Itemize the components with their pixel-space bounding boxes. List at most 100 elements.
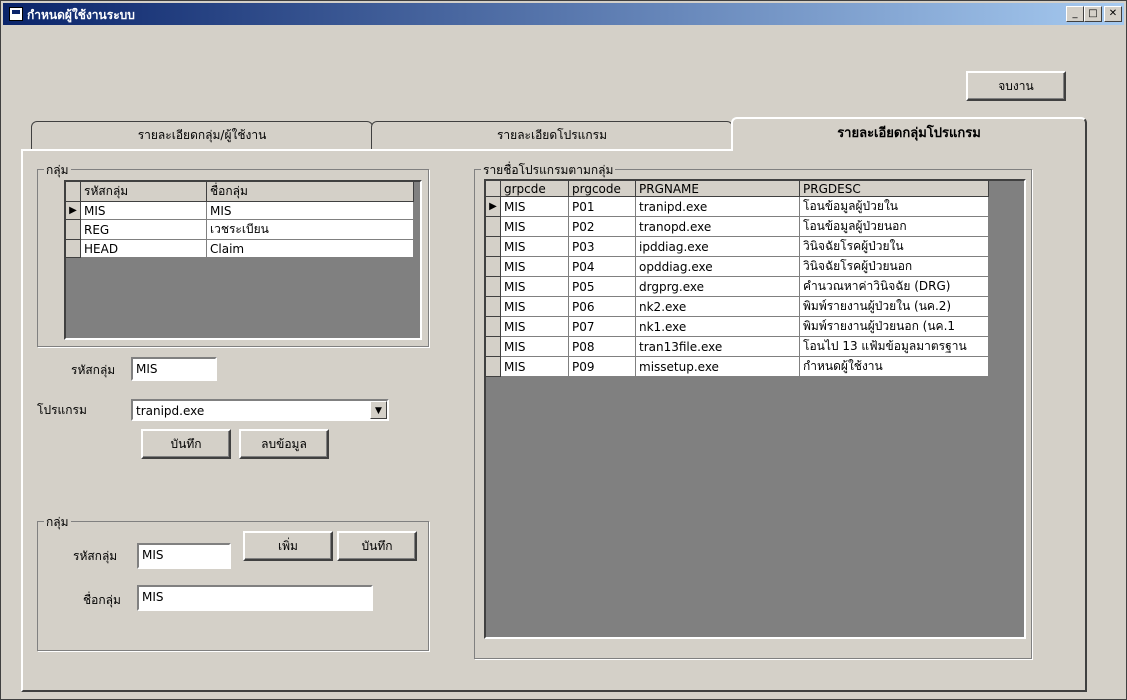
column-header[interactable]: grpcde — [500, 181, 569, 197]
table-cell[interactable]: missetup.exe — [635, 356, 800, 377]
table-row[interactable]: HEAD Claim — [66, 239, 414, 258]
app-icon — [9, 7, 23, 21]
table-cell[interactable]: MIS — [80, 201, 207, 220]
row-selector[interactable] — [486, 356, 501, 377]
table-cell[interactable]: MIS — [500, 256, 569, 277]
program-table: grpcde prgcode PRGNAME PRGDESC ▶ MIS P01… — [486, 181, 989, 377]
table-cell[interactable]: กำหนดผู้ใช้งาน — [799, 356, 989, 377]
row-selector[interactable] — [486, 336, 501, 357]
window: กำหนดผู้ใช้งานระบบ _ □ ✕ จบงาน รายละเอีย… — [0, 0, 1127, 700]
group-edit-code-field[interactable]: MIS — [137, 543, 231, 569]
table-cell[interactable]: โอนข้อมูลผู้ป่วยใน — [799, 196, 989, 217]
table-cell[interactable]: MIS — [500, 296, 569, 317]
group-frame: กลุ่ม รหัสกลุ่ม ชื่อกลุ่ม ▶ MIS MIS REG … — [37, 161, 429, 347]
table-cell[interactable]: P05 — [568, 276, 636, 297]
table-cell[interactable]: MIS — [500, 356, 569, 377]
chevron-down-icon[interactable]: ▼ — [370, 401, 387, 419]
table-cell[interactable]: P01 — [568, 196, 636, 217]
table-cell[interactable]: nk2.exe — [635, 296, 800, 317]
table-cell[interactable]: opddiag.exe — [635, 256, 800, 277]
save-program-button[interactable]: บันทึก — [141, 429, 231, 459]
group-edit-name-field[interactable]: MIS — [137, 585, 373, 611]
table-cell[interactable]: P09 — [568, 356, 636, 377]
row-selector[interactable] — [486, 316, 501, 337]
row-selector[interactable] — [486, 256, 501, 277]
table-cell[interactable]: ipddiag.exe — [635, 236, 800, 257]
table-row[interactable]: ▶ MIS P01 tranipd.exe โอนข้อมูลผู้ป่วยใน — [486, 196, 989, 217]
program-select[interactable]: tranipd.exe ▼ — [131, 399, 389, 421]
table-cell[interactable]: tran13file.exe — [635, 336, 800, 357]
table-row[interactable]: MIS P02 tranopd.exe โอนข้อมูลผู้ป่วยนอก — [486, 216, 989, 237]
table-row[interactable]: MIS P04 opddiag.exe วินิจฉัยโรคผู้ป่วยนอ… — [486, 256, 989, 277]
save-group-button[interactable]: บันทึก — [337, 531, 417, 561]
row-selector-header — [66, 182, 81, 202]
table-cell[interactable]: โอนข้อมูลผู้ป่วยนอก — [799, 216, 989, 237]
table-row[interactable]: MIS P03 ipddiag.exe วินิจฉัยโรคผู้ป่วยใน — [486, 236, 989, 257]
table-row[interactable]: MIS P09 missetup.exe กำหนดผู้ใช้งาน — [486, 356, 989, 377]
maximize-button[interactable]: □ — [1084, 6, 1102, 22]
close-button[interactable]: ✕ — [1104, 6, 1122, 22]
table-cell[interactable]: nk1.exe — [635, 316, 800, 337]
table-cell[interactable]: MIS — [206, 201, 414, 220]
table-cell[interactable]: tranipd.exe — [635, 196, 800, 217]
table-row[interactable]: MIS P05 drgprg.exe คำนวณหาค่าวินิจฉัย (D… — [486, 276, 989, 297]
table-cell[interactable]: MIS — [500, 216, 569, 237]
column-header[interactable]: ชื่อกลุ่ม — [206, 182, 414, 202]
table-cell[interactable]: P04 — [568, 256, 636, 277]
row-selector[interactable] — [486, 296, 501, 317]
column-header[interactable]: PRGDESC — [799, 181, 989, 197]
table-row[interactable]: MIS P06 nk2.exe พิมพ์รายงานผู้ป่วยใน (นค… — [486, 296, 989, 317]
column-header[interactable]: รหัสกลุ่ม — [80, 182, 207, 202]
table-cell[interactable]: โอนไป 13 แฟ้มข้อมูลมาตรฐาน — [799, 336, 989, 357]
end-button[interactable]: จบงาน — [966, 71, 1066, 101]
table-cell[interactable]: drgprg.exe — [635, 276, 800, 297]
column-header[interactable]: prgcode — [568, 181, 636, 197]
table-cell[interactable]: P02 — [568, 216, 636, 237]
program-list-label: รายชื่อโปรแกรมตามกลุ่ม — [481, 161, 616, 180]
table-cell[interactable]: MIS — [500, 316, 569, 337]
current-row-arrow-icon: ▶ — [66, 201, 81, 220]
add-group-button[interactable]: เพิ่ม — [243, 531, 333, 561]
table-cell[interactable]: พิมพ์รายงานผู้ป่วยใน (นค.2) — [799, 296, 989, 317]
table-cell[interactable]: MIS — [500, 276, 569, 297]
group-grid[interactable]: รหัสกลุ่ม ชื่อกลุ่ม ▶ MIS MIS REG เวชระเ… — [64, 180, 422, 340]
table-row[interactable]: MIS P07 nk1.exe พิมพ์รายงานผู้ป่วยนอก (น… — [486, 316, 989, 337]
table-cell[interactable]: P06 — [568, 296, 636, 317]
group-edit-frame-label: กลุ่ม — [44, 513, 71, 532]
delete-program-button[interactable]: ลบข้อมูล — [239, 429, 329, 459]
column-header[interactable]: PRGNAME — [635, 181, 800, 197]
table-cell[interactable]: Claim — [206, 239, 414, 258]
tab-program-detail[interactable]: รายละเอียดโปรแกรม — [371, 121, 733, 149]
tab-group-user[interactable]: รายละเอียดกลุ่ม/ผู้ใช้งาน — [31, 121, 373, 149]
table-cell[interactable]: MIS — [500, 336, 569, 357]
table-cell[interactable]: REG — [80, 219, 207, 240]
table-row[interactable]: REG เวชระเบียน — [66, 219, 414, 240]
table-cell[interactable]: P07 — [568, 316, 636, 337]
table-cell[interactable]: คำนวณหาค่าวินิจฉัย (DRG) — [799, 276, 989, 297]
table-cell[interactable]: วินิจฉัยโรคผู้ป่วยใน — [799, 236, 989, 257]
table-cell[interactable]: MIS — [500, 196, 569, 217]
table-cell[interactable]: HEAD — [80, 239, 207, 258]
table-cell[interactable]: เวชระเบียน — [206, 219, 414, 240]
table-cell[interactable]: P03 — [568, 236, 636, 257]
group-edit-code-label: รหัสกลุ่ม — [73, 549, 118, 563]
row-selector[interactable] — [486, 216, 501, 237]
table-row[interactable]: MIS P08 tran13file.exe โอนไป 13 แฟ้มข้อม… — [486, 336, 989, 357]
table-cell[interactable]: พิมพ์รายงานผู้ป่วยนอก (นค.1 — [799, 316, 989, 337]
program-grid[interactable]: grpcde prgcode PRGNAME PRGDESC ▶ MIS P01… — [484, 179, 1026, 639]
window-title: กำหนดผู้ใช้งานระบบ — [27, 8, 135, 22]
row-selector-header — [486, 181, 501, 197]
row-selector[interactable] — [66, 239, 81, 258]
title-bar: กำหนดผู้ใช้งานระบบ _ □ ✕ — [3, 3, 1124, 25]
table-cell[interactable]: P08 — [568, 336, 636, 357]
group-code-field[interactable]: MIS — [131, 357, 217, 381]
table-cell[interactable]: วินิจฉัยโรคผู้ป่วยนอก — [799, 256, 989, 277]
row-selector[interactable] — [486, 276, 501, 297]
tab-program-group[interactable]: รายละเอียดกลุ่มโปรแกรม — [731, 117, 1087, 151]
row-selector[interactable] — [66, 219, 81, 240]
table-row[interactable]: ▶ MIS MIS — [66, 201, 414, 220]
table-cell[interactable]: MIS — [500, 236, 569, 257]
row-selector[interactable] — [486, 236, 501, 257]
table-cell[interactable]: tranopd.exe — [635, 216, 800, 237]
minimize-button[interactable]: _ — [1066, 6, 1084, 22]
